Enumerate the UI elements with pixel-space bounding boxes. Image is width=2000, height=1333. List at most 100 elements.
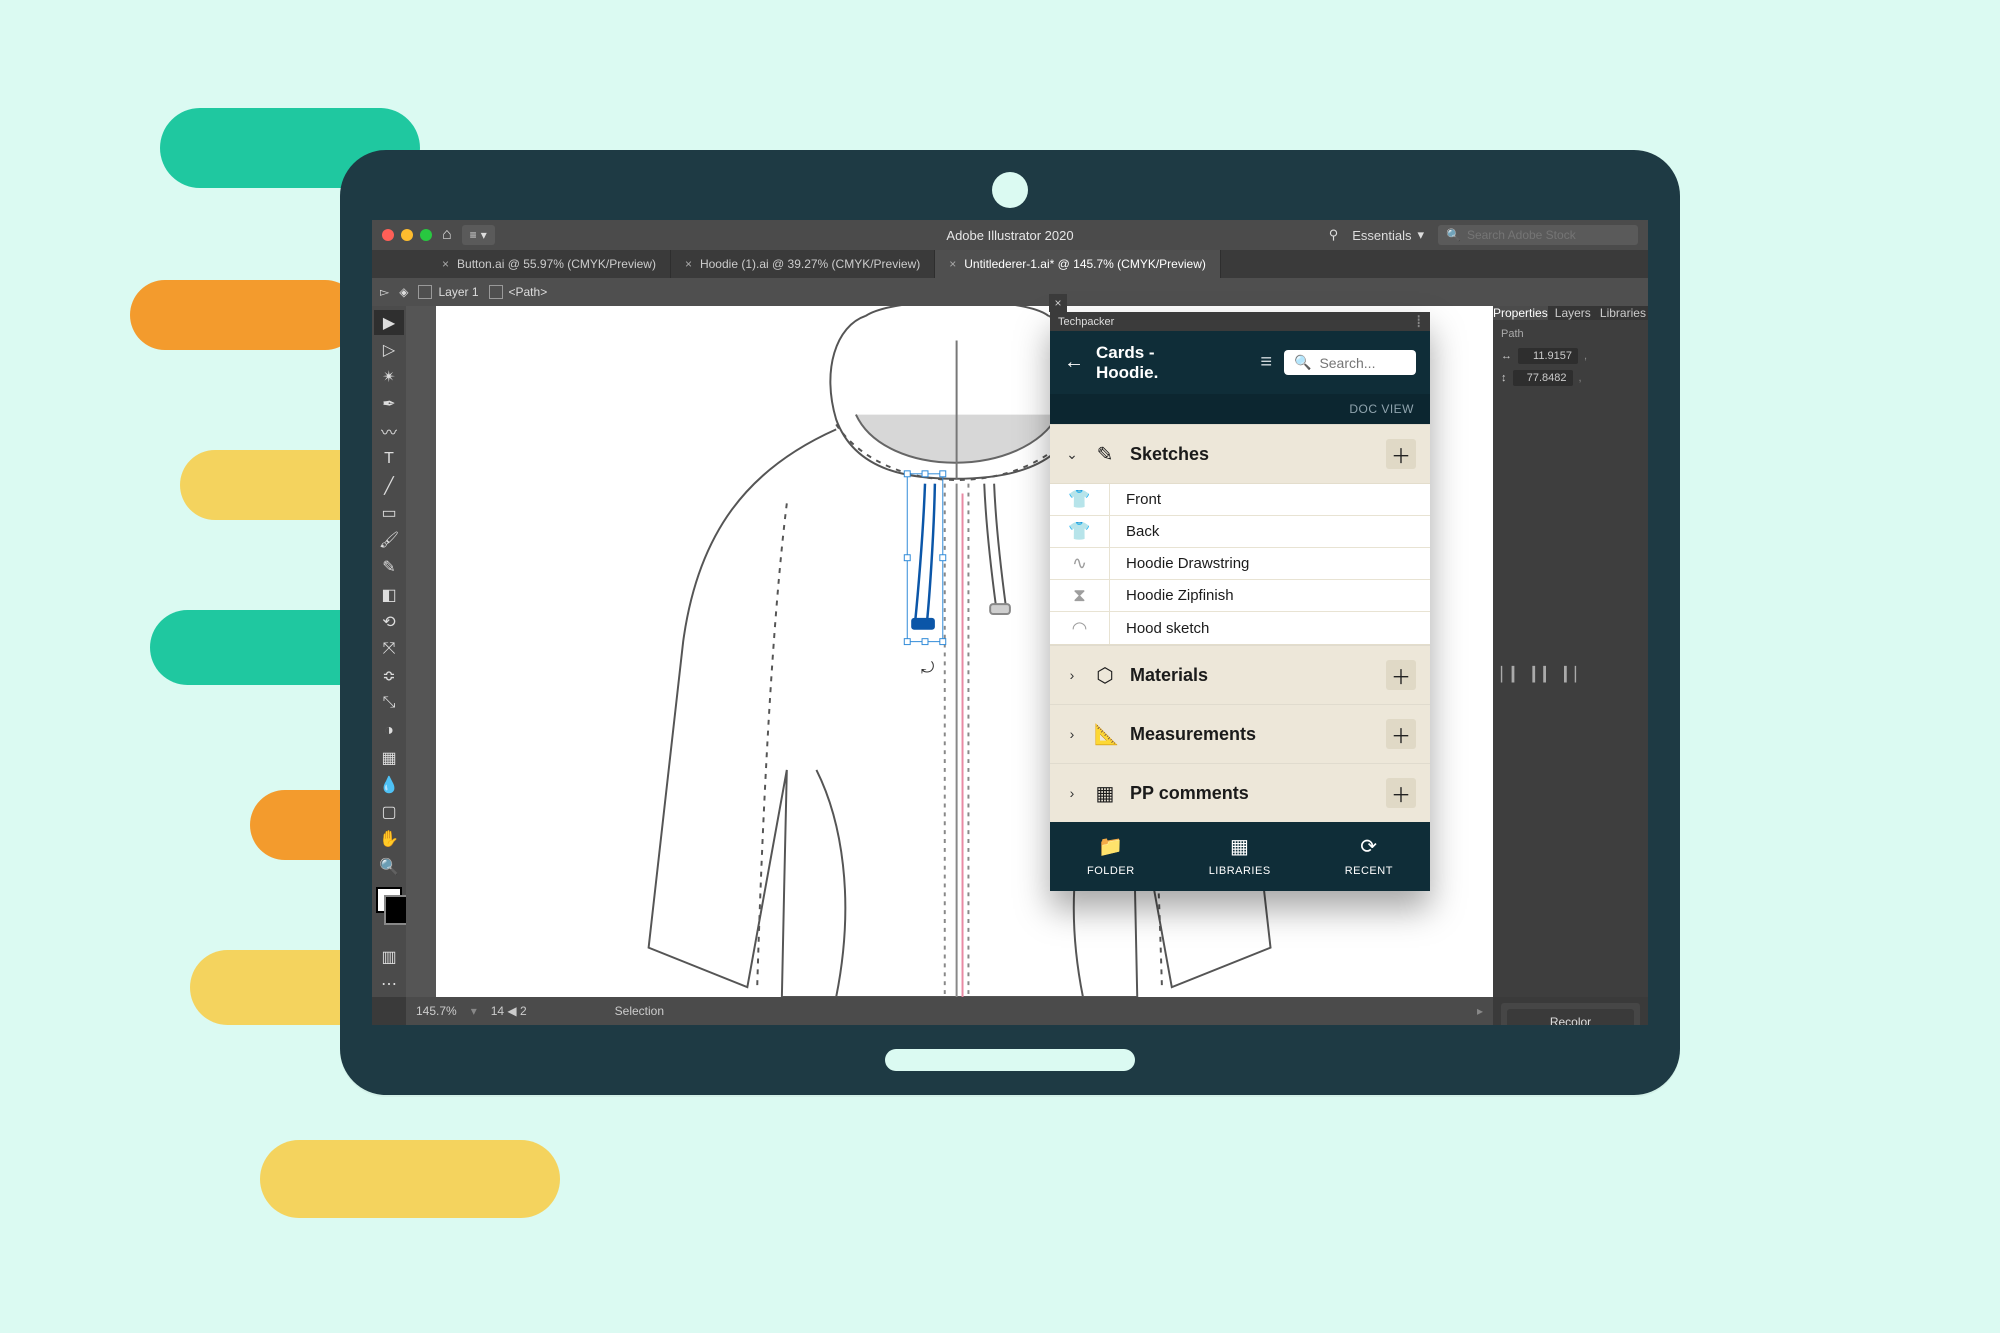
- document-tab[interactable]: × Button.ai @ 55.97% (CMYK/Preview): [428, 250, 671, 278]
- section-header-materials[interactable]: › ⬡ Materials ＋: [1050, 646, 1430, 704]
- nav-libraries[interactable]: ▦ LIBRARIES: [1209, 834, 1271, 877]
- align-center-icon[interactable]: ▎▎: [1533, 666, 1555, 683]
- curvature-tool[interactable]: 〰: [374, 419, 404, 444]
- properties-section-label: Path: [1501, 328, 1640, 340]
- techpacker-header: ← Cards - Hoodie. ≡ 🔍: [1050, 331, 1430, 394]
- techpacker-title-line2: Hoodie.: [1096, 363, 1248, 383]
- decor-blob: [260, 1140, 560, 1218]
- cube-icon: ⬡: [1094, 663, 1116, 688]
- add-button[interactable]: ＋: [1386, 778, 1416, 808]
- techpacker-search[interactable]: 🔍: [1284, 350, 1416, 375]
- free-transform-tool[interactable]: ⤡: [374, 691, 404, 716]
- pen-tool[interactable]: ✒: [374, 392, 404, 417]
- tab-properties[interactable]: Properties: [1493, 306, 1548, 320]
- sort-icon[interactable]: ≡: [1260, 351, 1272, 374]
- thumbnail-icon: ◠: [1050, 612, 1110, 644]
- close-icon[interactable]: ×: [685, 257, 692, 271]
- tab-layers[interactable]: Layers: [1548, 306, 1598, 320]
- section-header-ppcomments[interactable]: › ▦ PP comments ＋: [1050, 764, 1430, 822]
- align-left-icon[interactable]: ▏▎: [1501, 666, 1523, 683]
- layer-swatch: [418, 285, 432, 299]
- tab-libraries[interactable]: Libraries: [1598, 306, 1648, 320]
- window-controls[interactable]: [382, 229, 432, 241]
- thumbnail-icon: 👕: [1050, 484, 1110, 515]
- back-arrow-icon[interactable]: ←: [1064, 351, 1084, 374]
- x-value[interactable]: 11.9157: [1518, 348, 1578, 364]
- eraser-tool[interactable]: ◧: [374, 582, 404, 607]
- breadcrumb[interactable]: <Path>: [489, 285, 548, 299]
- add-button[interactable]: ＋: [1386, 439, 1416, 469]
- list-item[interactable]: ◠ Hood sketch: [1050, 612, 1430, 644]
- app-screen: ⌂ ≡ ▾ Adobe Illustrator 2020 ⚲ Essential…: [372, 220, 1648, 1025]
- document-tab-label: Untitlederer-1.ai* @ 145.7% (CMYK/Previe…: [964, 257, 1206, 271]
- techpacker-panel-tab[interactable]: Techpacker ┋ ×: [1050, 312, 1430, 331]
- document-tab[interactable]: × Hoodie (1).ai @ 39.27% (CMYK/Preview): [671, 250, 935, 278]
- y-value[interactable]: 77.8482: [1513, 370, 1573, 386]
- screen-mode-tool[interactable]: ▥: [374, 945, 404, 970]
- add-button[interactable]: ＋: [1386, 660, 1416, 690]
- scale-tool[interactable]: ⤧: [374, 636, 404, 661]
- minimize-window-icon[interactable]: [401, 229, 413, 241]
- nav-folder[interactable]: 📁 FOLDER: [1087, 834, 1135, 877]
- layers-icon[interactable]: ◈: [399, 285, 408, 299]
- list-item[interactable]: ⧗ Hoodie Zipfinish: [1050, 580, 1430, 612]
- workspace-label: Essentials: [1352, 228, 1411, 243]
- rotate-tool[interactable]: ⟲: [374, 609, 404, 634]
- techpacker-title-line1: Cards -: [1096, 343, 1248, 363]
- shape-builder-tool[interactable]: ◑: [374, 718, 404, 743]
- panel-grip-icon[interactable]: ┋: [1415, 315, 1422, 328]
- workspace-switcher[interactable]: Essentials ▾: [1352, 227, 1424, 243]
- list-item-label: Back: [1110, 523, 1159, 540]
- close-icon[interactable]: ×: [1049, 294, 1067, 312]
- adobe-stock-search[interactable]: 🔍: [1438, 225, 1638, 245]
- list-item[interactable]: 👕 Back: [1050, 516, 1430, 548]
- line-tool[interactable]: ╱: [374, 473, 404, 498]
- fullscreen-window-icon[interactable]: [420, 229, 432, 241]
- techpacker-tab-label: Techpacker: [1058, 316, 1114, 328]
- list-item[interactable]: 👕 Front: [1050, 484, 1430, 516]
- techpacker-panel[interactable]: Techpacker ┋ × ← Cards - Hoodie. ≡ 🔍 DOC…: [1050, 312, 1430, 891]
- breadcrumb[interactable]: Layer 1: [418, 285, 478, 299]
- edit-toolbar[interactable]: ⋯: [374, 972, 404, 997]
- menu-icon: ≡: [470, 228, 477, 242]
- section-label: Sketches: [1130, 444, 1372, 465]
- fill-stroke-swatch[interactable]: [376, 887, 402, 912]
- lightbulb-icon[interactable]: ⚲: [1329, 227, 1339, 243]
- magic-wand-tool[interactable]: ✴: [374, 364, 404, 389]
- list-item[interactable]: ∿ Hoodie Drawstring: [1050, 548, 1430, 580]
- document-tab[interactable]: × Untitlederer-1.ai* @ 145.7% (CMYK/Prev…: [935, 250, 1221, 278]
- home-icon[interactable]: ⌂: [442, 226, 452, 244]
- scrollbar-right-icon[interactable]: ▸: [1477, 1004, 1483, 1018]
- selection-icon[interactable]: ▻: [380, 285, 389, 299]
- techpacker-search-input[interactable]: [1319, 355, 1399, 371]
- unit-label: ,: [1584, 350, 1587, 362]
- close-icon[interactable]: ×: [949, 257, 956, 271]
- align-right-icon[interactable]: ▎▏: [1564, 666, 1586, 683]
- add-button[interactable]: ＋: [1386, 719, 1416, 749]
- status-mode: Selection: [615, 1004, 664, 1018]
- list-item-label: Front: [1110, 491, 1161, 508]
- type-tool[interactable]: T: [374, 446, 404, 471]
- width-tool[interactable]: ≎: [374, 664, 404, 689]
- recolor-button[interactable]: Recolor: [1507, 1009, 1634, 1025]
- zoom-tool[interactable]: 🔍: [374, 854, 404, 879]
- section-header-sketches[interactable]: ⌄ ✎ Sketches ＋: [1050, 425, 1430, 483]
- close-icon[interactable]: ×: [442, 257, 449, 271]
- nav-recent[interactable]: ⟳ RECENT: [1345, 834, 1393, 877]
- rectangle-tool[interactable]: ▭: [374, 500, 404, 525]
- artboard-nav[interactable]: 14 ◀ 2: [491, 1004, 527, 1018]
- eyedropper-tool[interactable]: 💧: [374, 772, 404, 797]
- shaper-tool[interactable]: ✎: [374, 555, 404, 580]
- selection-tool[interactable]: ▶: [374, 310, 404, 335]
- gradient-tool[interactable]: ▦: [374, 745, 404, 770]
- hand-tool[interactable]: ✋: [374, 827, 404, 852]
- close-window-icon[interactable]: [382, 229, 394, 241]
- zoom-level[interactable]: 145.7%: [416, 1004, 457, 1018]
- artboard-tool[interactable]: ▢: [374, 800, 404, 825]
- doc-view-button[interactable]: DOC VIEW: [1050, 394, 1430, 424]
- direct-selection-tool[interactable]: ▷: [374, 337, 404, 362]
- paintbrush-tool[interactable]: 🖌: [374, 528, 404, 553]
- menu-dropdown[interactable]: ≡ ▾: [462, 225, 495, 245]
- section-header-measurements[interactable]: › 📐 Measurements ＋: [1050, 705, 1430, 763]
- stock-search-input[interactable]: [1467, 228, 1630, 242]
